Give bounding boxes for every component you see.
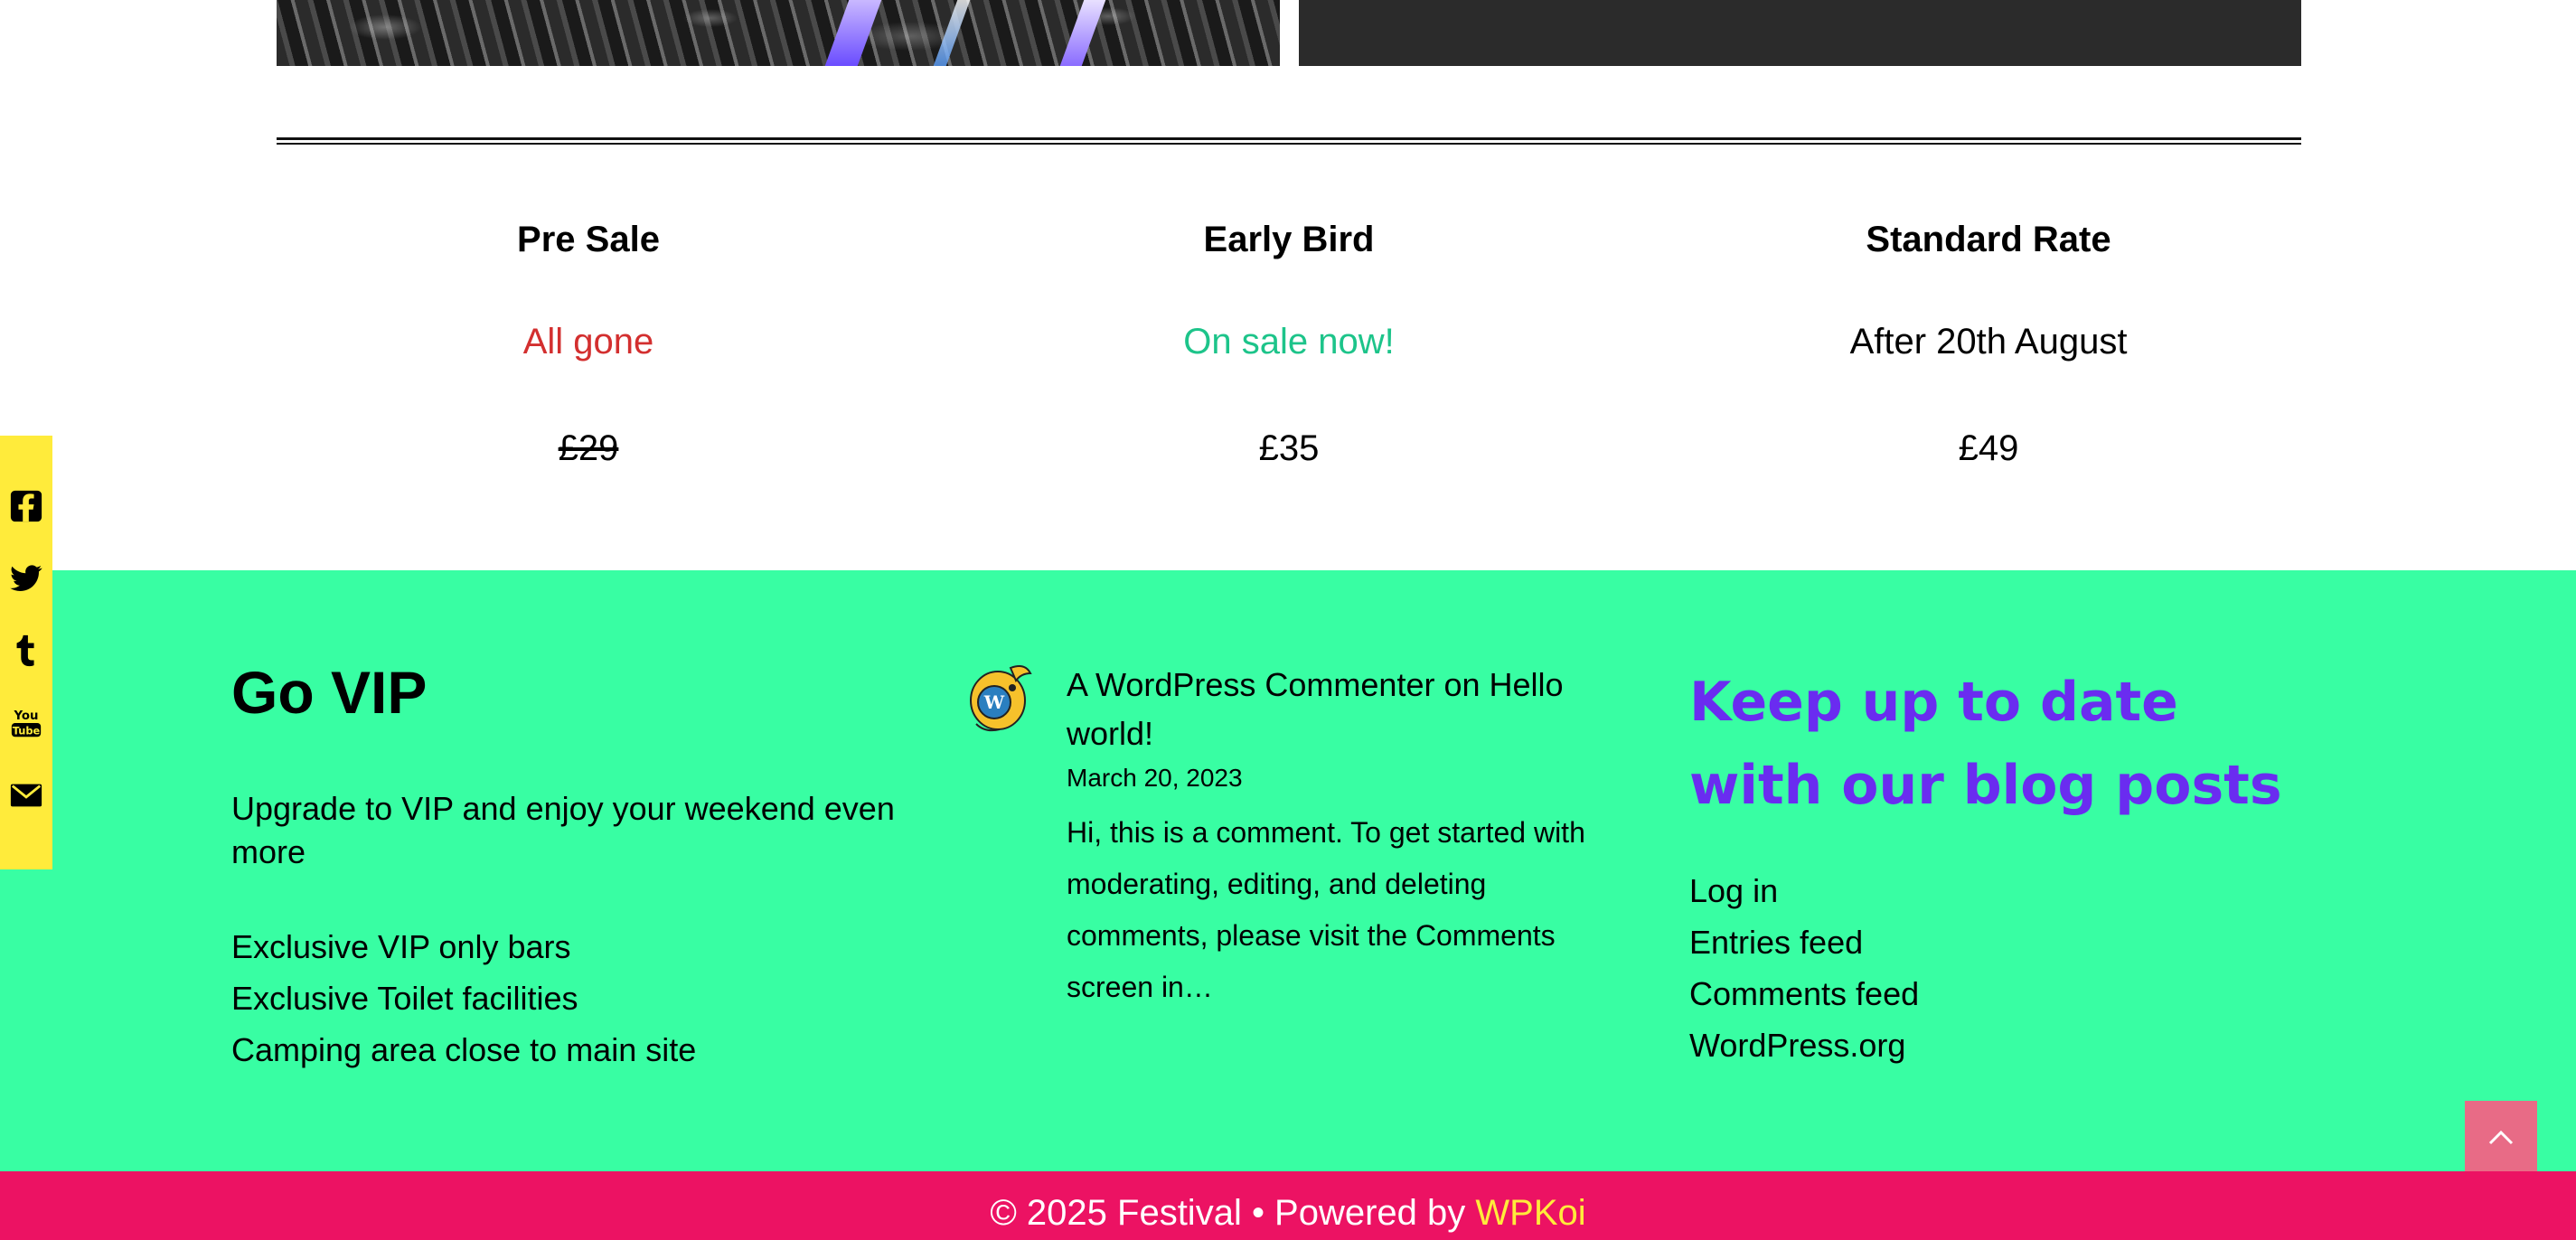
stage-light [824,0,882,66]
tier-status: On sale now! [1183,322,1395,362]
tier-name: Early Bird [1203,220,1375,259]
wordpress-org-link[interactable]: WordPress.org [1689,1019,2286,1071]
list-item: Camping area close to main site [231,1031,697,1068]
comment-title-link[interactable]: A WordPress Commenter on Hello world! [1067,661,1618,758]
comment-body: A WordPress Commenter on Hello world! Ma… [1067,661,1618,1013]
section-divider [277,137,2301,145]
comments-feed-link[interactable]: Comments feed [1689,968,2286,1019]
copyright-text: © 2025 Festival • Powered by [990,1193,1476,1233]
dark-image-panel [1299,0,2301,66]
tier-status: After 20th August [1849,322,2128,362]
site-footer-bar: © 2025 Festival • Powered by WPKoi [0,1171,2576,1240]
meta-links-list: Log in Entries feed Comments feed WordPr… [1689,865,2286,1071]
pricing-column-standard-rate: Standard Rate After 20th August £49 [1735,208,2242,475]
facebook-icon[interactable] [8,488,44,524]
tier-price: £29 [558,428,619,468]
footer-widgets: Go VIP Upgrade to VIP and enjoy your wee… [0,570,2576,1171]
vip-intro: Upgrade to VIP and enjoy your weekend ev… [231,790,895,870]
svg-text:W: W [983,691,1005,713]
tier-name: Pre Sale [517,220,660,259]
chevron-up-icon [2488,1130,2514,1145]
stage-light [933,0,971,66]
vip-title: Go VIP [231,659,428,726]
stage-light [1059,0,1106,66]
vip-widget: Go VIP Upgrade to VIP and enjoy your wee… [231,656,918,1076]
entries-feed-link[interactable]: Entries feed [1689,916,2286,968]
log-in-link[interactable]: Log in [1689,865,2286,916]
blog-widget: Keep up to date with our blog posts Log … [1689,661,2286,1071]
list-item: Exclusive Toilet facilities [231,980,578,1017]
tumblr-icon[interactable] [8,633,44,669]
recent-comment-widget: W A WordPress Commenter on Hello world! … [967,661,1618,1013]
svg-text:You: You [13,709,38,723]
tier-name: Standard Rate [1866,220,2111,259]
blog-widget-title: Keep up to date with our blog posts [1689,671,2282,817]
tier-price: £35 [1258,428,1320,468]
email-icon[interactable] [8,777,44,813]
tier-status: All gone [522,322,654,362]
comment-date: March 20, 2023 [1067,764,1243,792]
comment-excerpt: Hi, this is a comment. To get started wi… [1067,816,1585,1003]
social-sidebar: You Tube [0,436,52,869]
concert-image [277,0,1280,66]
svg-text:Tube: Tube [13,724,41,737]
tier-price: £49 [1958,428,2019,468]
list-item: Exclusive VIP only bars [231,928,571,965]
vip-perks-list: Exclusive VIP only bars Exclusive Toilet… [231,921,918,1076]
youtube-icon[interactable]: You Tube [8,705,44,741]
wapuu-avatar: W [970,665,1032,732]
pricing-column-pre-sale: Pre Sale All gone £29 [335,208,841,475]
twitter-icon[interactable] [8,560,44,597]
scroll-to-top-button[interactable] [2465,1101,2537,1173]
wpkoi-link[interactable]: WPKoi [1475,1193,1585,1233]
pricing-column-early-bird: Early Bird On sale now! £35 [1036,208,1542,475]
